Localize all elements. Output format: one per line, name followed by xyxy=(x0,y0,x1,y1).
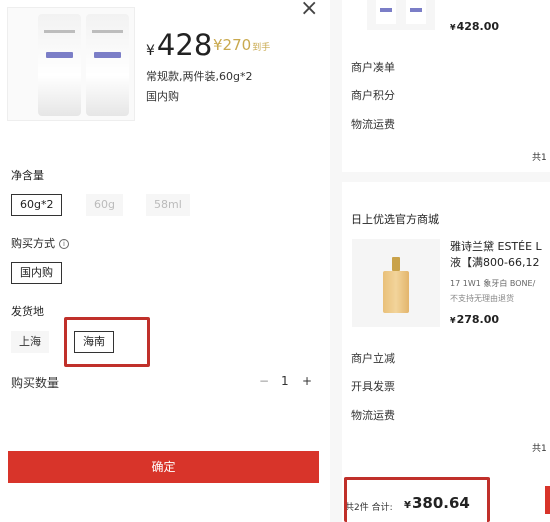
selected-spec: 常规款,两件装,60g*2 xyxy=(146,70,253,83)
final-price: ¥270到手 xyxy=(213,36,271,54)
submit-order-button[interactable] xyxy=(545,486,550,514)
quantity-minus-button[interactable]: − xyxy=(259,374,269,388)
panel-divider xyxy=(330,0,342,522)
row-merchant-points[interactable]: 商户积分 xyxy=(351,87,395,103)
highlight-box xyxy=(344,477,490,522)
option-hainan[interactable]: 海南 xyxy=(74,331,114,353)
close-icon[interactable]: × xyxy=(300,0,318,20)
quantity-label: 购买数量 xyxy=(11,376,60,390)
product-thumbnail-top xyxy=(367,0,435,30)
info-icon[interactable]: i xyxy=(59,239,69,249)
row-invoice[interactable]: 开具发票 xyxy=(351,378,395,394)
product-tube-image xyxy=(86,14,129,116)
option-shanghai[interactable]: 上海 xyxy=(11,331,49,353)
product-title[interactable]: 雅诗兰黛 ESTÉE L 液【满800-66,12 xyxy=(450,239,542,271)
row-shipping-fee[interactable]: 物流运费 xyxy=(351,407,395,423)
product-thumbnail xyxy=(7,7,135,121)
product-tube-image xyxy=(38,14,81,116)
ship-from-label: 发货地 xyxy=(11,305,44,318)
return-policy-note: 不支持无理由退货 xyxy=(450,294,514,303)
subtotal-count: 共1 xyxy=(532,153,547,163)
confirm-button[interactable]: 确定 xyxy=(8,451,319,483)
quantity-value: 1 xyxy=(281,374,289,388)
subtotal-count: 共1 xyxy=(532,444,547,454)
purchase-method-label: 购买方式 i xyxy=(11,235,69,251)
row-shipping-fee[interactable]: 物流运费 xyxy=(351,116,395,132)
screenshot-composite: ¥428 ¥270到手 × 常规款,两件装,60g*2 国内购 净含量 60g*… xyxy=(0,0,550,522)
spec-sheet: ¥428 ¥270到手 × 常规款,两件装,60g*2 国内购 净含量 60g*… xyxy=(0,0,330,522)
product-variant: 17 1W1 象牙白 BONE/ xyxy=(450,279,536,288)
product-tube-image xyxy=(376,0,396,24)
main-price: ¥428 xyxy=(146,28,213,62)
item-price: ¥278.00 xyxy=(450,313,500,326)
order-summary: ¥428.00 商户凑单 商户积分 物流运费 共1 日上优选官方商城 雅诗兰黛 … xyxy=(342,0,550,522)
row-merchant-discount[interactable]: 商户立减 xyxy=(351,350,395,366)
row-merchant-bundle[interactable]: 商户凑单 xyxy=(351,59,395,75)
section-divider xyxy=(342,172,550,182)
selected-region: 国内购 xyxy=(146,90,179,103)
net-content-label: 净含量 xyxy=(11,169,44,182)
quantity-plus-button[interactable]: + xyxy=(302,374,312,388)
store-name[interactable]: 日上优选官方商城 xyxy=(351,211,439,227)
option-60g-x2[interactable]: 60g*2 xyxy=(11,194,63,216)
option-58ml[interactable]: 58ml xyxy=(146,194,190,216)
product-tube-image xyxy=(406,0,426,24)
option-60g[interactable]: 60g xyxy=(86,194,123,216)
foundation-product-image xyxy=(352,239,440,327)
option-domestic[interactable]: 国内购 xyxy=(11,262,62,284)
item-price: ¥428.00 xyxy=(450,20,500,33)
